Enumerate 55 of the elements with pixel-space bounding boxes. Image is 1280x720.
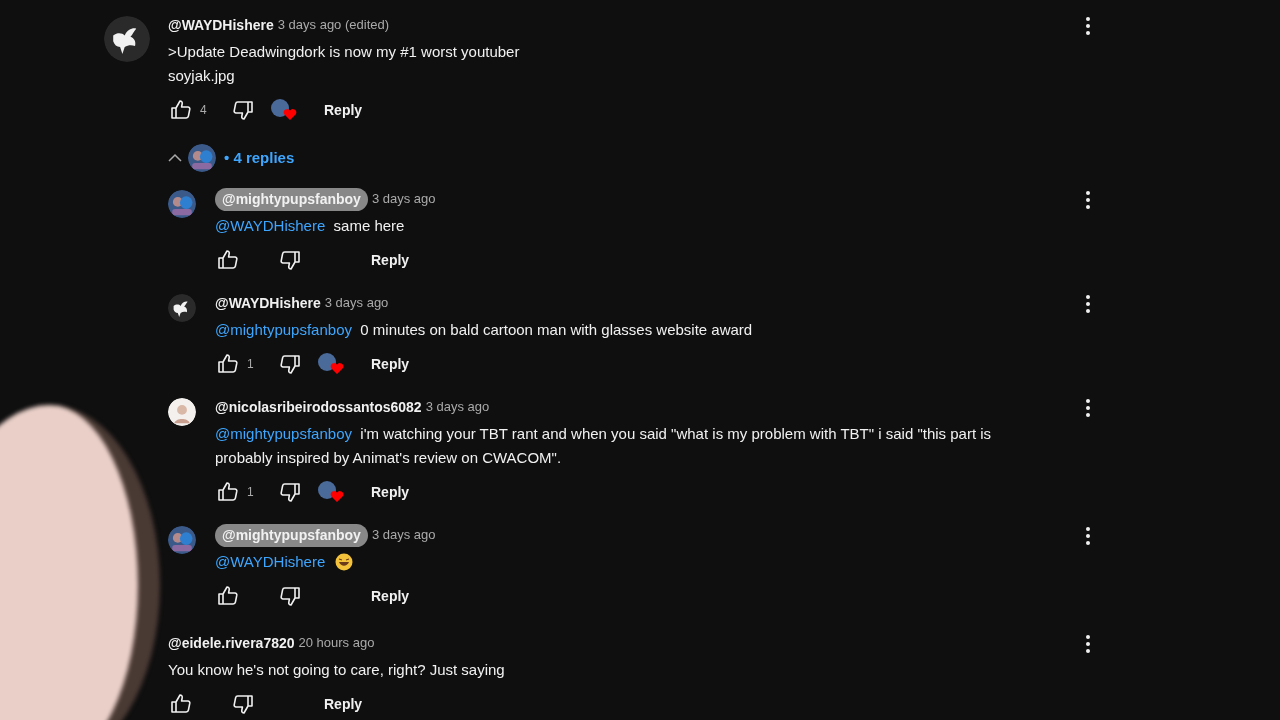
thumbs-up-icon <box>169 692 193 716</box>
comment-time[interactable]: 3 days ago <box>324 293 389 313</box>
thumbs-up-icon <box>169 98 193 122</box>
comment-text: soyjak.jpg <box>168 66 236 86</box>
thumbs-down-icon <box>278 480 302 504</box>
thumbs-down-icon <box>278 352 302 376</box>
author-name[interactable]: @WAYDHishere <box>215 292 321 314</box>
cartoon-avatar-icon <box>168 526 196 554</box>
reply-button[interactable]: Reply <box>369 481 412 503</box>
comment-time[interactable]: 3 days ago <box>371 525 436 545</box>
replies-toggle[interactable]: • 4 replies <box>168 142 1076 174</box>
reply-button[interactable]: Reply <box>322 99 365 121</box>
like-count: 1 <box>247 484 255 501</box>
reply-button[interactable]: Reply <box>369 585 412 607</box>
author-name[interactable]: @nicolasribeirodossantos6082 <box>215 396 422 418</box>
mention-link[interactable]: @mightypupsfanboy <box>215 321 352 338</box>
author-name[interactable]: @WAYDHishere <box>168 14 274 36</box>
mention-link[interactable]: @WAYDHishere <box>215 217 326 234</box>
mention-link[interactable]: @WAYDHishere <box>215 550 326 574</box>
mention-link[interactable]: @mightypupsfanboy <box>215 425 352 442</box>
thumbs-down-icon <box>278 248 302 272</box>
comment-text: >Update Deadwingdork is now my #1 worst youtuber <box>168 42 521 62</box>
reply-button[interactable]: Reply <box>322 693 365 715</box>
more-options-icon <box>1086 17 1090 35</box>
bird-avatar-icon <box>168 294 196 322</box>
comment-text: You know he's not going to care, right? Just saying <box>168 660 506 680</box>
like-count: 1 <box>247 356 255 373</box>
thumbs-down-icon <box>278 584 302 608</box>
like-count: 4 <box>200 102 208 119</box>
author-name[interactable]: @eidele.rivera7820 <box>168 632 295 654</box>
more-options-icon <box>1086 527 1090 545</box>
comment-time[interactable]: 20 hours ago <box>298 633 375 653</box>
bird-avatar-icon <box>104 16 150 62</box>
thumbs-up-icon <box>216 248 240 272</box>
reply-button[interactable]: Reply <box>369 353 412 375</box>
comment-time[interactable]: 3 days ago (edited) <box>277 15 390 35</box>
more-options-icon <box>1086 191 1090 209</box>
cartoon-avatar-icon <box>188 144 216 172</box>
cartoon-avatar-icon <box>168 190 196 218</box>
chevron-up-icon <box>168 153 182 163</box>
comment-text: @mightypupsfanboy i'm watching your TBT rant and when you said "what is my problem with TBT" i said "this part is probably inspired by Animat's review on CWACOM". <box>215 424 993 468</box>
more-options-icon <box>1086 635 1090 653</box>
thumbs-up-icon <box>216 352 240 376</box>
more-options-icon <box>1086 399 1090 417</box>
more-options-icon <box>1086 295 1090 313</box>
thumbs-down-icon <box>231 692 255 716</box>
comment-text: @WAYDHishere same here <box>215 216 406 236</box>
comment-time[interactable]: 3 days ago <box>425 397 490 417</box>
comment-text: @mightypupsfanboy 0 minutes on bald cartoon man with glasses website award <box>215 320 754 340</box>
thumbs-up-icon <box>216 480 240 504</box>
thumbs-up-icon <box>216 584 240 608</box>
comment-time[interactable]: 3 days ago <box>371 189 436 209</box>
reply-button[interactable]: Reply <box>369 249 412 271</box>
person-avatar-icon <box>168 398 196 426</box>
thumbs-down-icon <box>231 98 255 122</box>
